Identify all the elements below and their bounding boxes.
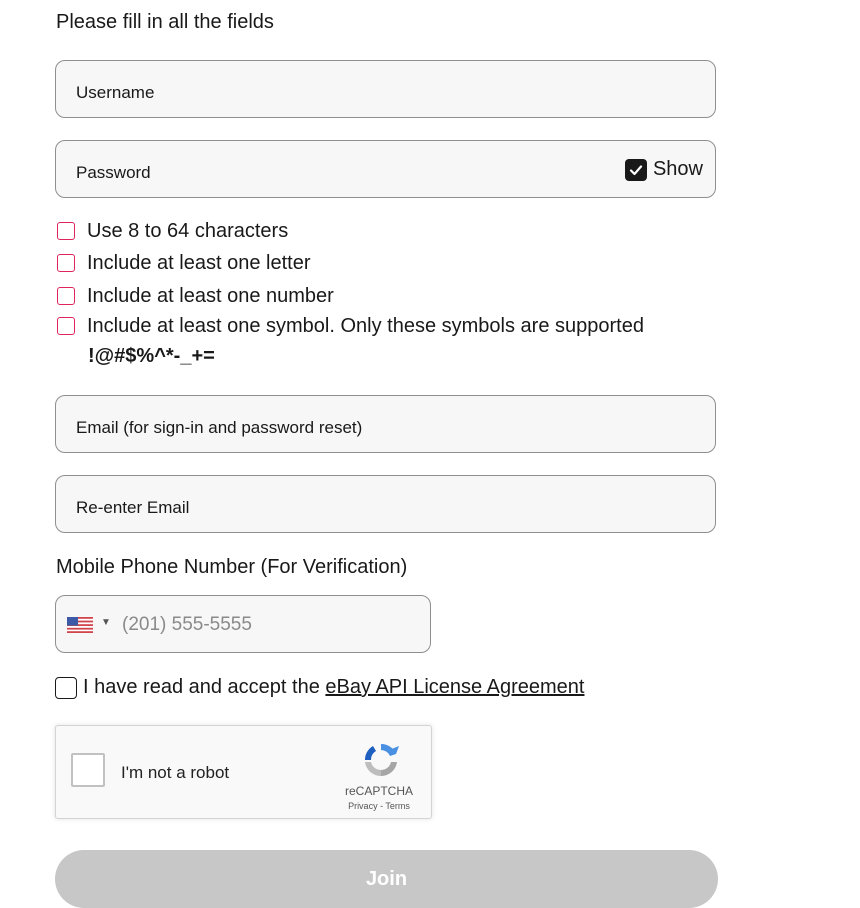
reenter-email-field[interactable]: Re-enter Email	[55, 475, 716, 533]
rule-text: Include at least one letter	[87, 252, 311, 274]
join-button[interactable]: Join	[55, 850, 718, 908]
checkmark-icon	[629, 164, 643, 175]
phone-title: Mobile Phone Number (For Verification)	[56, 556, 408, 578]
recaptcha-logo-icon	[364, 743, 399, 777]
username-field[interactable]: Username	[55, 60, 716, 118]
show-password-toggle[interactable]: Show	[624, 158, 703, 181]
form-instruction: Please fill in all the fields	[56, 11, 274, 33]
password-label: Password	[76, 163, 151, 182]
email-field[interactable]: Email (for sign-in and password reset)	[55, 395, 716, 453]
password-rule-number: Include at least one number	[57, 285, 334, 312]
supported-symbols: !@#$%^*-_+=	[88, 345, 215, 367]
phone-input[interactable]	[120, 609, 424, 641]
recaptcha-checkbox[interactable]	[71, 753, 105, 787]
agreement-row: I have read and accept the eBay API Lice…	[55, 676, 584, 699]
rule-status-icon	[57, 254, 75, 272]
recaptcha-brand: reCAPTCHA	[344, 784, 413, 798]
password-rule-letter: Include at least one letter	[57, 252, 310, 279]
show-password-checkbox[interactable]	[624, 158, 647, 181]
license-agreement-link[interactable]: eBay API License Agreement	[325, 676, 584, 698]
recaptcha-privacy-link[interactable]: Privacy	[348, 801, 378, 811]
rule-text: Include at least one number	[87, 285, 334, 307]
rule-text: Use 8 to 64 characters	[87, 220, 289, 242]
agreement-checkbox[interactable]	[55, 676, 77, 699]
recaptcha-links: Privacy - Terms	[336, 801, 422, 811]
password-rule-symbol: Include at least one symbol. Only these …	[57, 315, 644, 342]
password-field[interactable]: Password Show	[55, 140, 716, 198]
username-label: Username	[76, 83, 155, 102]
show-password-label: Show	[652, 158, 703, 180]
recaptcha-widget: I'm not a robot reCAPTCHA Privacy - Term…	[55, 725, 432, 819]
rule-status-icon	[57, 222, 75, 240]
password-rule-length: Use 8 to 64 characters	[57, 220, 288, 247]
reenter-email-label: Re-enter Email	[76, 498, 190, 517]
rule-text: Include at least one symbol. Only these …	[87, 315, 644, 337]
country-dropdown-icon[interactable]: ▼	[101, 617, 111, 628]
agreement-text: I have read and accept the eBay API Lice…	[83, 676, 584, 699]
agreement-prefix: I have read and accept the	[83, 676, 326, 698]
phone-field: ▼	[55, 595, 431, 653]
email-label: Email (for sign-in and password reset)	[76, 418, 363, 437]
recaptcha-label: I'm not a robot	[121, 763, 230, 782]
us-flag-icon[interactable]	[67, 617, 93, 633]
rule-status-icon	[57, 287, 75, 305]
rule-status-icon	[57, 317, 75, 335]
recaptcha-terms-link[interactable]: Terms	[385, 801, 410, 811]
